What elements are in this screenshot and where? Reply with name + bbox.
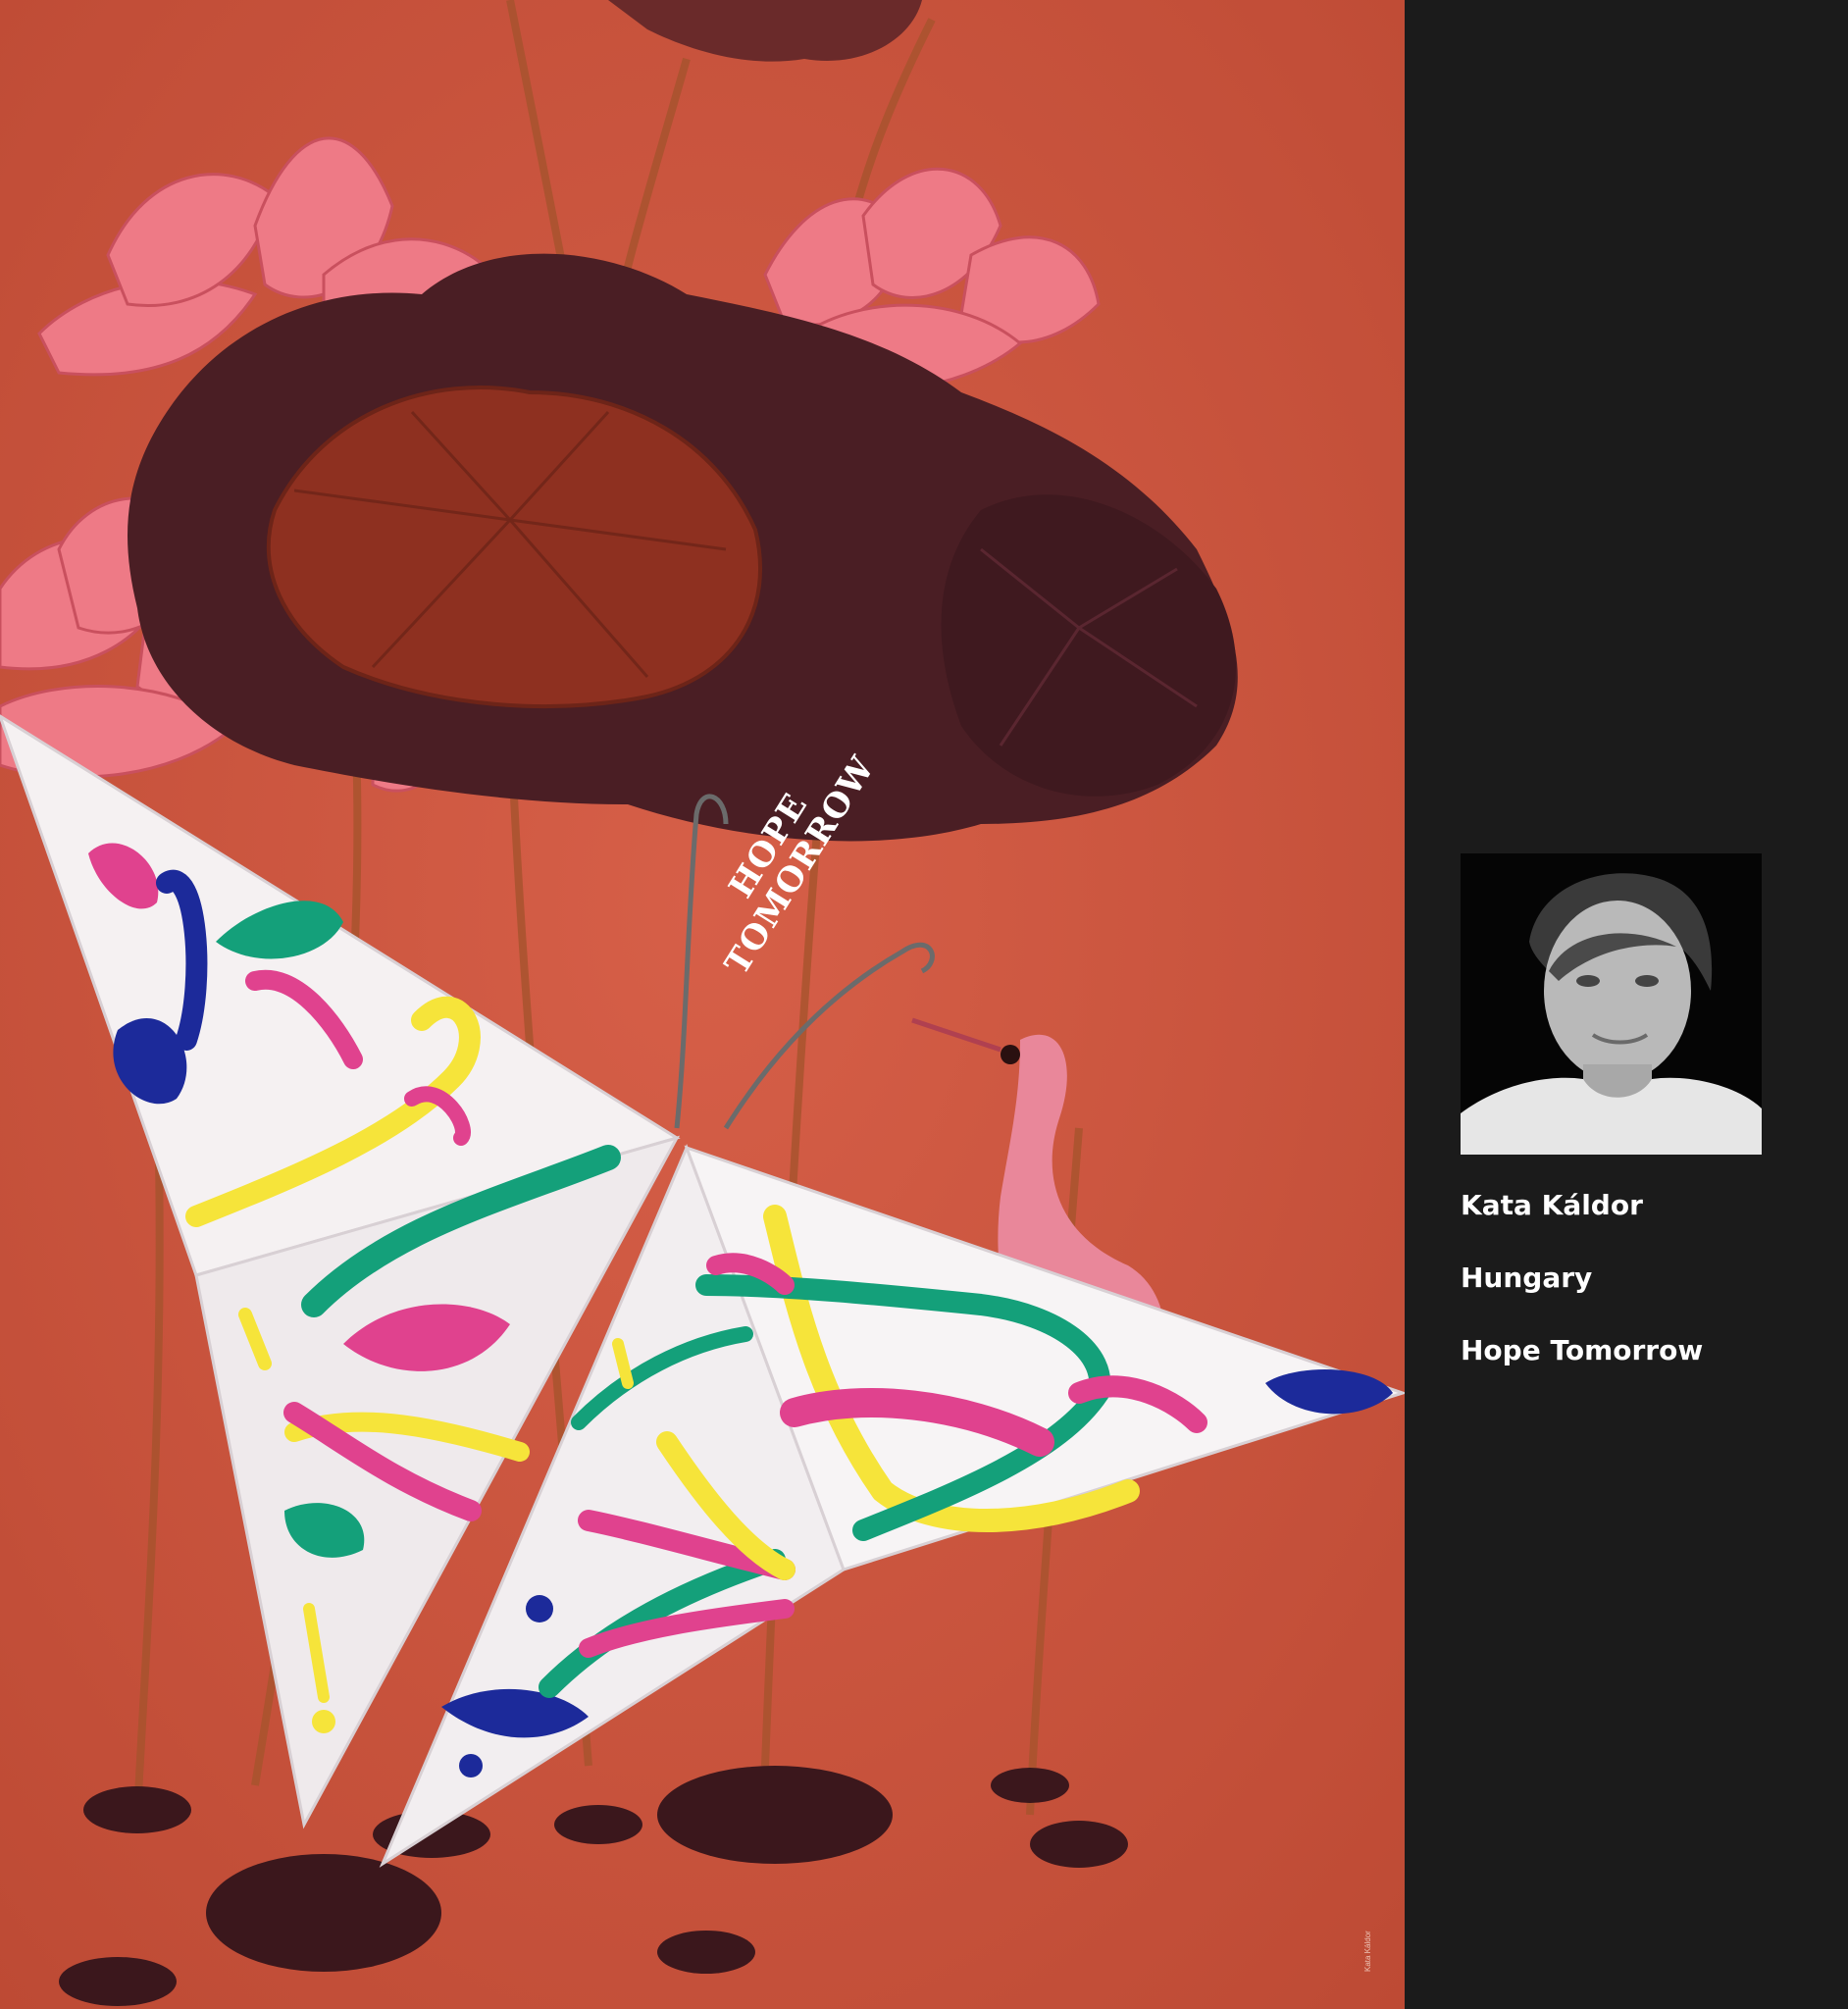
artist-info-panel: Kata Káldor Hungary Hope Tomorrow [1405, 0, 1848, 2009]
artwork-title: Hope Tomorrow [1461, 1334, 1704, 1366]
artist-portrait [1461, 853, 1762, 1155]
page: HOPE TOMORROW Kata Káldor Kata Káldor Hu… [0, 0, 1848, 2009]
poster-signature: Kata Káldor [1363, 1931, 1372, 1972]
portrait-photo-icon [1461, 853, 1762, 1155]
poster-illustration [0, 0, 1405, 2009]
artist-country: Hungary [1461, 1262, 1593, 1294]
artist-name: Kata Káldor [1461, 1189, 1643, 1221]
poster-artwork: HOPE TOMORROW Kata Káldor [0, 0, 1405, 2009]
